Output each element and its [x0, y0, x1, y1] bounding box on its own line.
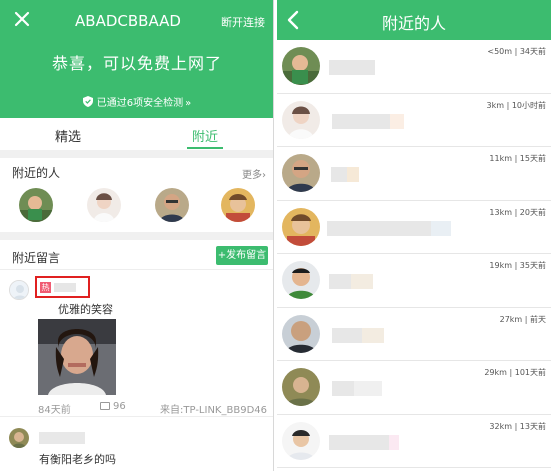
- distance-time: 11km | 15天前: [489, 154, 546, 163]
- header: ABADCBBAAD 断开连接 恭喜，可以免费上网了 已通过6项安全检测»: [0, 0, 273, 118]
- more-link[interactable]: 更多›: [242, 166, 266, 181]
- avatar[interactable]: [282, 314, 320, 353]
- comment-count[interactable]: 96: [100, 401, 126, 412]
- blurred-username: [351, 274, 373, 289]
- avatar[interactable]: [155, 188, 189, 222]
- blurred-username: [390, 113, 404, 129]
- list-item[interactable]: 11km | 15天前: [277, 147, 551, 201]
- blurred-username: [327, 220, 431, 236]
- avatar[interactable]: [282, 261, 320, 299]
- blurred-username: [362, 327, 384, 343]
- list-item[interactable]: 32km | 13天前: [277, 415, 551, 468]
- section-title: 附近留言: [12, 251, 61, 265]
- security-text: 已通过6项安全检测: [96, 98, 184, 109]
- divider: [0, 232, 273, 240]
- blurred-username: [39, 432, 85, 444]
- avatar[interactable]: [282, 154, 320, 192]
- tab-nearby[interactable]: 附近: [192, 126, 218, 145]
- divider: [0, 150, 273, 158]
- avatar[interactable]: [282, 421, 320, 460]
- blurred-username: [329, 60, 375, 75]
- page-title: 附近的人: [381, 14, 446, 33]
- distance-time: 29km | 101天前: [484, 368, 546, 377]
- list-item[interactable]: 29km | 101天前: [277, 361, 551, 415]
- list-item[interactable]: 27km | 前天: [277, 308, 551, 361]
- blurred-username: [54, 283, 76, 292]
- post-source: 来自:TP-LINK_BB9D46: [160, 405, 267, 416]
- distance-time: 27km | 前天: [499, 314, 546, 324]
- list-item[interactable]: 19km | 35天前: [277, 254, 551, 308]
- message-post[interactable]: 热 优雅的笑容 84天前 96 来自:TP-LINK_BB9D46: [0, 271, 273, 417]
- nearby-people-section: 附近的人 更多›: [0, 158, 273, 232]
- avatar[interactable]: [9, 280, 29, 300]
- avatar[interactable]: [282, 47, 320, 85]
- post-time: 84天前: [38, 405, 71, 416]
- list-item[interactable]: 13km | 20天前: [277, 201, 551, 254]
- active-tab-underline: [187, 147, 223, 149]
- distance-time: 13km | 20天前: [489, 207, 546, 217]
- avatar[interactable]: [87, 188, 121, 222]
- header: 附近的人: [277, 0, 551, 40]
- avatar[interactable]: [282, 207, 320, 246]
- message-post[interactable]: 有衡阳老乡的吗: [0, 418, 273, 471]
- avatar[interactable]: [19, 188, 53, 222]
- avatar[interactable]: [282, 100, 320, 139]
- double-chevron-icon: »: [185, 98, 192, 109]
- blurred-username: [431, 220, 451, 236]
- post-text: 优雅的笑容: [58, 303, 113, 316]
- distance-time: 3km | 10小时前: [486, 100, 546, 110]
- nearby-messages-header: 附近留言 +发布留言: [0, 240, 273, 270]
- tab-featured[interactable]: 精选: [55, 126, 81, 145]
- highlight-box: 热: [35, 276, 90, 298]
- blurred-username: [354, 381, 382, 396]
- blurred-username: [329, 274, 351, 289]
- wifi-detail-screen: ABADCBBAAD 断开连接 恭喜，可以免费上网了 已通过6项安全检测» 精选…: [0, 0, 274, 471]
- distance-time: 32km | 13天前: [489, 421, 546, 431]
- blurred-username: [329, 434, 389, 450]
- post-message-button[interactable]: +发布留言: [216, 246, 268, 265]
- blurred-username: [332, 113, 390, 129]
- distance-time: <50m | 34天前: [487, 47, 546, 56]
- avatar[interactable]: [282, 368, 320, 406]
- nearby-people-screen: 附近的人 <50m | 34天前 3km | 10小时前 11km | 15天前…: [277, 0, 551, 471]
- list-item[interactable]: 3km | 10小时前: [277, 94, 551, 147]
- blurred-username: [332, 327, 362, 343]
- avatar[interactable]: [9, 428, 29, 448]
- hot-badge: 热: [40, 282, 51, 293]
- post-photo[interactable]: [38, 319, 116, 395]
- blurred-username: [347, 167, 359, 182]
- blurred-username: [389, 434, 399, 450]
- disconnect-button[interactable]: 断开连接: [221, 14, 265, 30]
- security-check-link[interactable]: 已通过6项安全检测»: [0, 94, 273, 109]
- section-title: 附近的人: [12, 166, 61, 180]
- blurred-username: [331, 167, 347, 182]
- people-list: <50m | 34天前 3km | 10小时前 11km | 15天前 13km…: [277, 40, 551, 468]
- distance-time: 19km | 35天前: [489, 261, 546, 270]
- congrats-text: 恭喜，可以免费上网了: [51, 54, 222, 73]
- list-item[interactable]: <50m | 34天前: [277, 40, 551, 94]
- comment-icon: [100, 402, 110, 410]
- post-text: 有衡阳老乡的吗: [39, 453, 116, 466]
- tab-bar: 精选 附近: [0, 118, 273, 150]
- chevron-right-icon: ›: [262, 170, 266, 181]
- shield-icon: [82, 96, 93, 107]
- blurred-username: [332, 381, 354, 396]
- avatar[interactable]: [221, 188, 255, 222]
